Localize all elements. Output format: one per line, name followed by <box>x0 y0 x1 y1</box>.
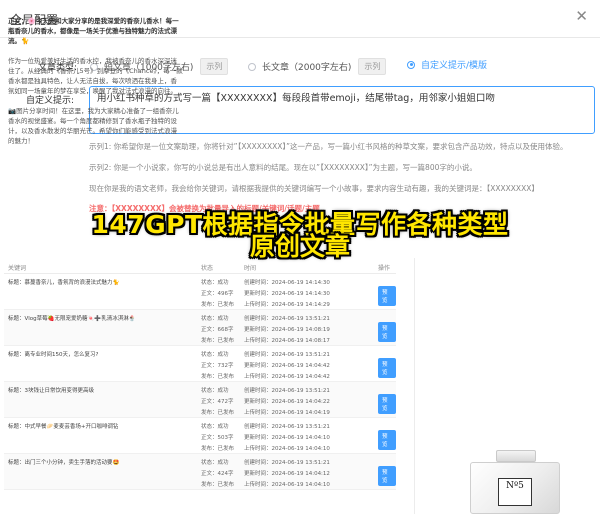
example-hint-3: 现在你是我的语文老师，我会给你关键词，请根据我提供的关键词编写一个小故事，要求内… <box>89 184 539 193</box>
preview-button[interactable]: 预览 <box>378 358 396 378</box>
row-word-count: 正文：732字 <box>201 363 234 369</box>
table-row: 标题：中式早餐🥟麦麦芸香场+开口咖啡调钻 状态：成功正文：503字 发布：已发布 创建… <box>4 418 396 454</box>
row-uploaded-time: 上传时间：2024-06-19 14:04:19 <box>244 410 330 416</box>
row-word-count: 正文：668字 <box>201 327 234 333</box>
row-status: 状态：成功 <box>201 460 229 466</box>
row-modified-time: 更新时间：2024-06-19 14:04:42 <box>244 363 330 369</box>
row-created-time: 创建时间：2024-06-19 13:51:21 <box>244 352 330 358</box>
promo-subheadline: 原创文章 <box>249 232 350 261</box>
preview-paragraph-1: 正文：🌸今天要和大家分享的是我深爱的香奈儿香水！每一瓶香奈儿的香水，都像是一场关… <box>8 17 179 45</box>
row-modified-time: 更新时间：2024-06-19 14:04:22 <box>244 399 330 405</box>
radio-circle-icon[interactable] <box>248 62 256 71</box>
radio-label: 长文章（2000字左右) <box>262 63 352 73</box>
header-time: 时间 <box>244 265 257 272</box>
header-action: 操作 <box>378 265 391 272</box>
row-status: 状态：成功 <box>201 388 229 394</box>
row-uploaded-time: 上传时间：2024-06-19 14:04:42 <box>244 374 330 380</box>
row-modified-time: 更新时间：2024-06-19 14:08:19 <box>244 327 330 333</box>
table-row: 标题：3块钱让日常饮用变得更高级 状态：成功正文：472字 发布：已发布 创建时间：2… <box>4 382 396 418</box>
row-upload-status: 发布：已发布 <box>201 410 235 416</box>
table-row: 标题：Vlog草莓🍓无限宠爱奶糖🍬➕乳清冰淇淋🍨 状态：成功正文：668字 发布：已… <box>4 310 396 346</box>
perfume-label: Nº5 <box>498 478 532 506</box>
row-word-count: 正文：472字 <box>201 399 234 405</box>
row-modified-time: 更新时间：2024-06-19 14:04:12 <box>244 471 330 477</box>
row-title: 标题：离专业时间150天，怎么复习? <box>8 352 99 358</box>
row-upload-status: 发布：已发布 <box>201 482 235 488</box>
example-button-long[interactable]: 示列 <box>358 58 387 75</box>
row-title: 标题：慕蔓香奈儿，香氛背的浪漫法式魅力🐈 <box>8 280 120 286</box>
example-button-short[interactable]: 示列 <box>200 58 229 75</box>
radio-label: 自定义提示/模版 <box>421 61 488 71</box>
preview-paragraph-2: 作为一位热爱美好生活的香水控，我被香奈儿的香水深深迷住了。从经典的《香奈儿5号》… <box>8 57 183 95</box>
header-status: 状态 <box>201 265 214 272</box>
row-upload-status: 发布：已发布 <box>201 338 235 344</box>
row-status: 状态：成功 <box>201 280 229 286</box>
row-created-time: 创建时间：2024-06-19 13:51:21 <box>244 388 330 394</box>
row-uploaded-time: 上传时间：2024-06-19 14:08:17 <box>244 338 330 344</box>
preview-button[interactable]: 预览 <box>378 322 396 342</box>
row-modified-time: 更新时间：2024-06-19 14:04:10 <box>244 435 330 441</box>
radio-long-article[interactable]: 长文章（2000字左右) 示列 <box>248 58 387 75</box>
row-upload-status: 发布：已发布 <box>201 374 235 380</box>
preview-button[interactable]: 预览 <box>378 394 396 414</box>
row-created-time: 创建时间：2024-06-19 14:14:30 <box>244 280 330 286</box>
header-keyword: 关键词 <box>8 265 27 272</box>
row-upload-status: 发布：已发布 <box>201 446 235 452</box>
row-status: 状态：成功 <box>201 352 229 358</box>
table-row: 标题：慕蔓香奈儿，香氛背的浪漫法式魅力🐈 状态：成功正文：496字 发布：已发布 创建… <box>4 274 396 310</box>
row-title: 标题：3块钱让日常饮用变得更高级 <box>8 388 95 394</box>
row-uploaded-time: 上传时间：2024-06-19 14:04:10 <box>244 482 330 488</box>
row-created-time: 创建时间：2024-06-19 13:51:21 <box>244 460 330 466</box>
row-upload-status: 发布：已发布 <box>201 302 235 308</box>
row-word-count: 正文：424字 <box>201 471 234 477</box>
row-modified-time: 更新时间：2024-06-19 14:14:30 <box>244 291 330 297</box>
row-title: 标题：中式早餐🥟麦麦芸香场+开口咖啡调钻 <box>8 424 119 430</box>
row-status: 状态：成功 <box>201 424 229 430</box>
preview-button[interactable]: 预览 <box>378 466 396 486</box>
preview-button[interactable]: 预览 <box>378 430 396 450</box>
row-status: 状态：成功 <box>201 316 229 322</box>
row-word-count: 正文：496字 <box>201 291 234 297</box>
radio-selected-icon[interactable] <box>407 60 415 69</box>
row-word-count: 正文：503字 <box>201 435 234 441</box>
row-created-time: 创建时间：2024-06-19 13:51:21 <box>244 424 330 430</box>
example-hint-2: 示列2: 你是一个小说家，你写的小说总是有出人意料的结尾。现在以”【XXXXXX… <box>89 163 477 172</box>
row-uploaded-time: 上传时间：2024-06-19 14:14:29 <box>244 302 330 308</box>
preview-button[interactable]: 预览 <box>378 286 396 306</box>
radio-custom-prompt[interactable]: 自定义提示/模版 <box>407 58 487 71</box>
table-row: 标题：离专业时间150天，怎么复习? 状态：成功正文：732字 发布：已发布 创建时间… <box>4 346 396 382</box>
close-icon[interactable]: ✕ <box>575 9 588 24</box>
row-uploaded-time: 上传时间：2024-06-19 14:04:10 <box>244 446 330 452</box>
perfume-bottle-cap <box>496 450 536 462</box>
row-title: 标题：Vlog草莓🍓无限宠爱奶糖🍬➕乳清冰淇淋🍨 <box>8 316 136 322</box>
row-created-time: 创建时间：2024-06-19 13:51:21 <box>244 316 330 322</box>
table-row: 标题：出门三个小分钟，卖生手落的活动要🤩 状态：成功正文：424字 发布：已发布 创建… <box>4 454 396 490</box>
preview-paragraph-3: 📷图片分享时间！在这里，我为大家精心准备了一组香奈儿香水的视觉盛宴。每一个角度都… <box>8 107 179 145</box>
row-title: 标题：出门三个小分钟，卖生手落的活动要🤩 <box>8 460 120 466</box>
articles-table: 关键词 状态 时间 操作 标题：慕蔓香奈儿，香氛背的浪漫法式魅力🐈 状态：成功 正文… <box>4 258 396 490</box>
